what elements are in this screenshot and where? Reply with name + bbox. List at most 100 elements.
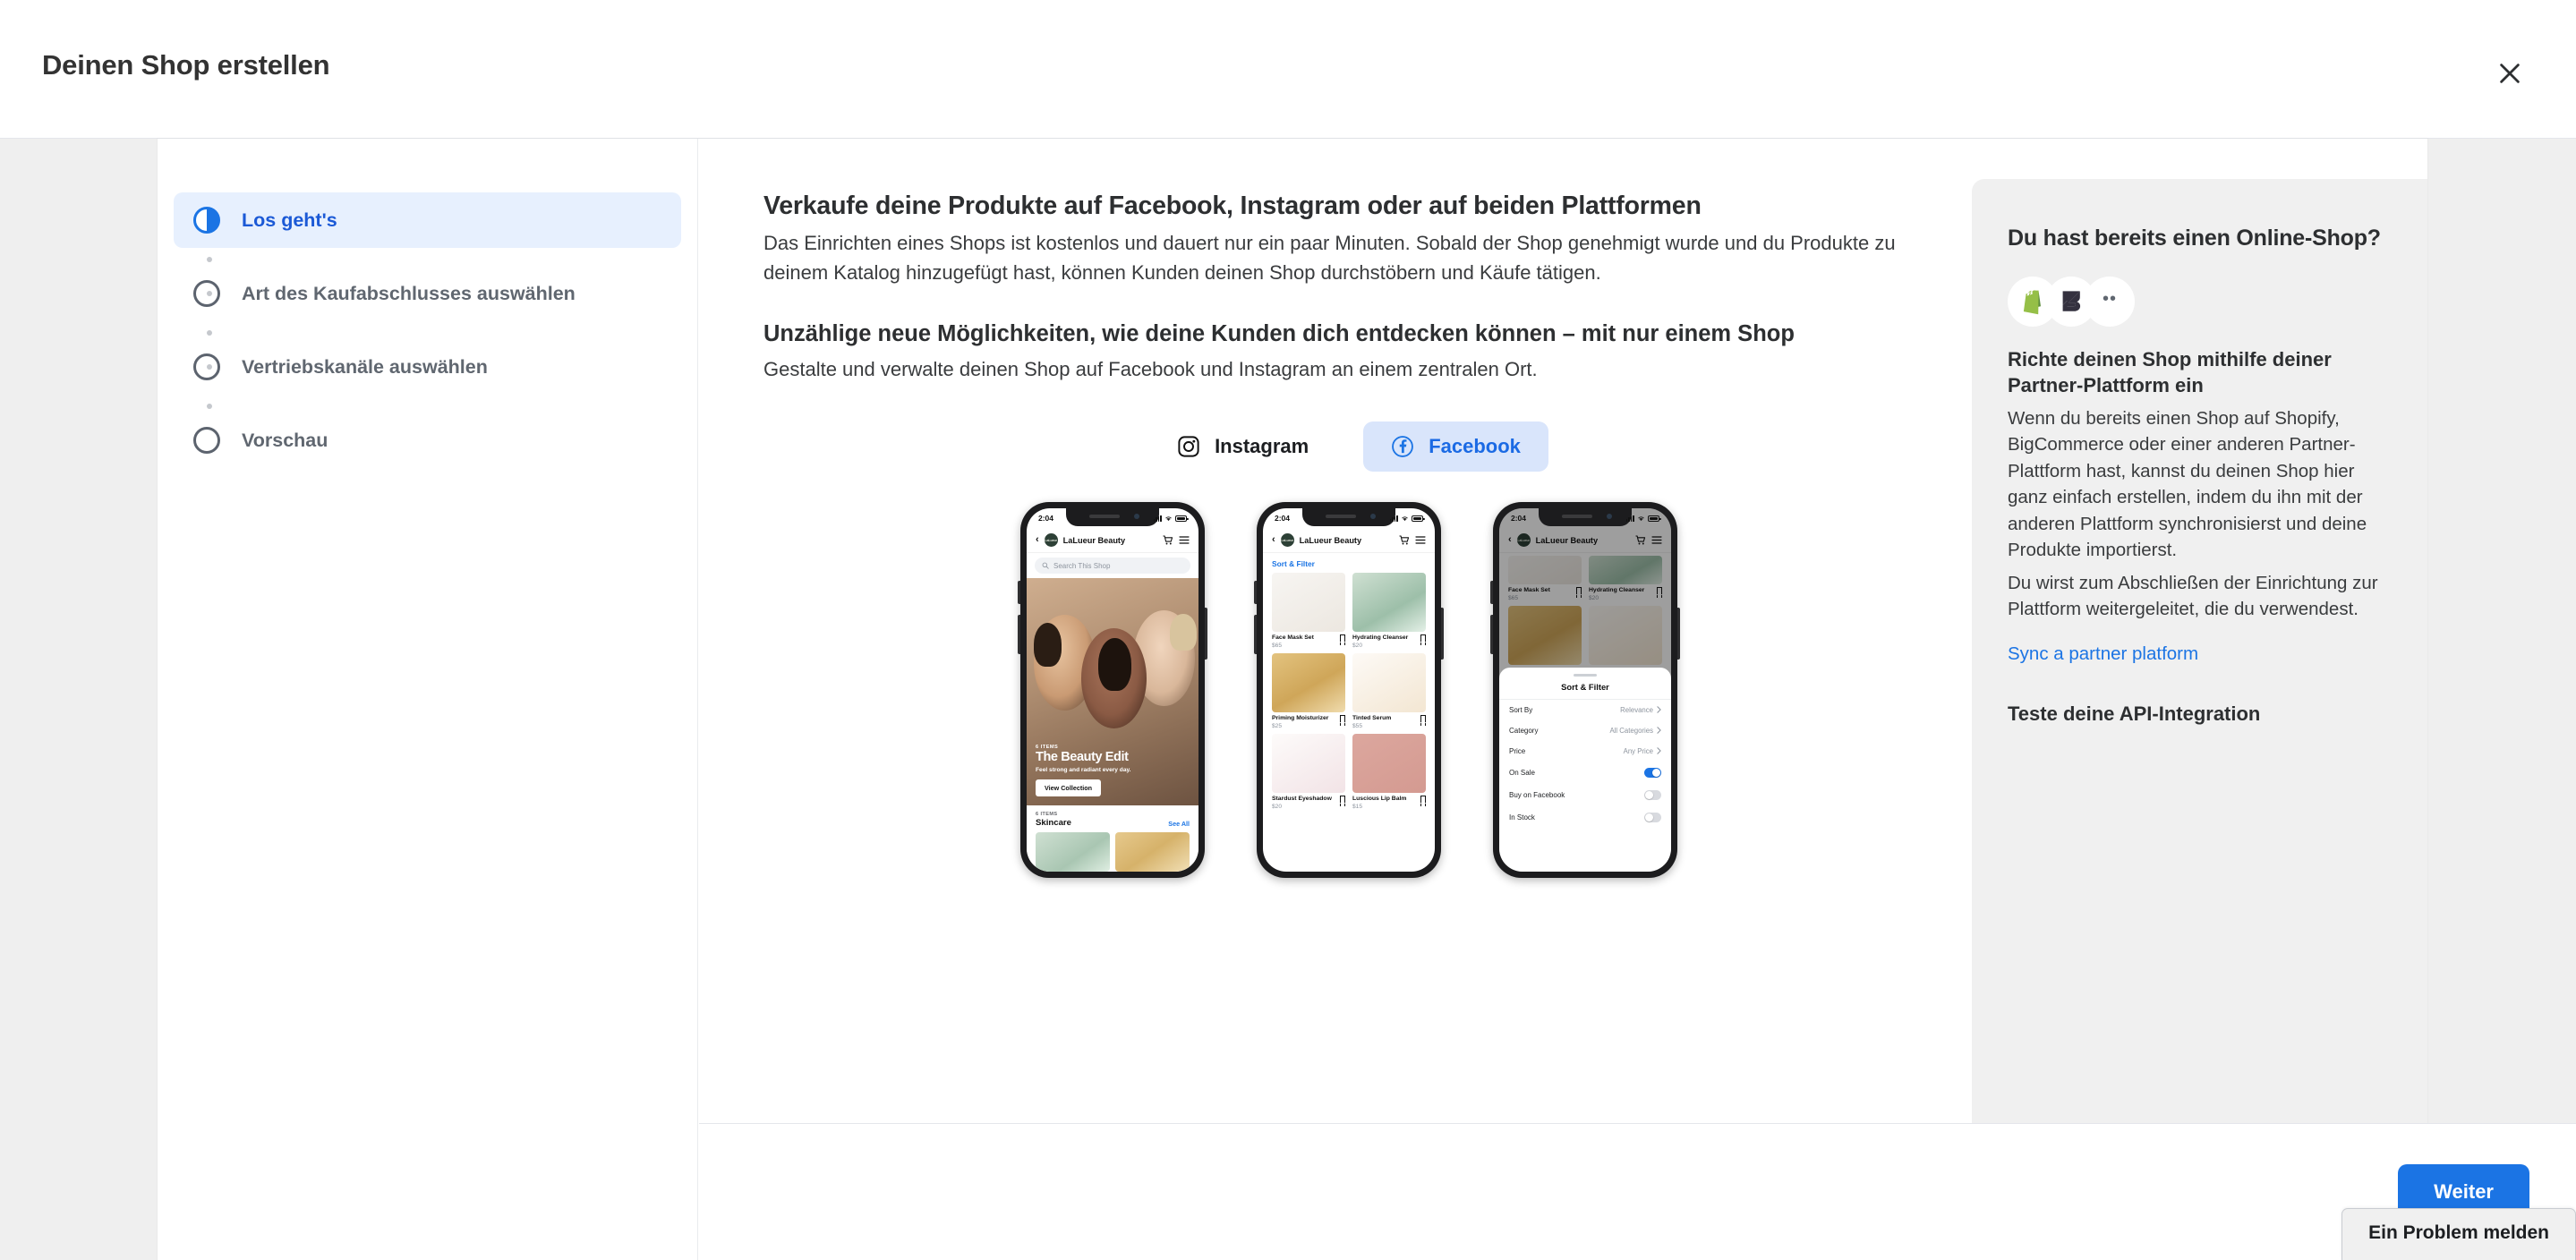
- partner-icon-group: ••: [2008, 277, 2390, 327]
- product-card[interactable]: Stardust Eyeshadow $20: [1272, 734, 1345, 810]
- product-image: [1352, 573, 1426, 633]
- signal-icon: [1389, 515, 1398, 522]
- skincare-section: 6 ITEMS Skincare See All: [1027, 805, 1198, 873]
- phone-preview-grid: 2:04 ‹ LaLueur LaLueur Beauty Sort & Fil…: [1254, 502, 1444, 879]
- bookmark-icon[interactable]: [1340, 634, 1345, 643]
- search-placeholder: Search This Shop: [1053, 561, 1111, 570]
- menu-icon[interactable]: [1179, 535, 1190, 545]
- close-button[interactable]: [2488, 52, 2531, 95]
- phone-appbar: ‹ LaLueur LaLueur Beauty: [1263, 528, 1435, 554]
- instagram-icon: [1178, 436, 1199, 457]
- product-card[interactable]: Face Mask Set $65: [1272, 573, 1345, 649]
- sheet-row-category[interactable]: Category All Categories: [1499, 720, 1671, 741]
- step-circle-icon: [193, 353, 220, 380]
- sheet-drag-handle[interactable]: [1574, 674, 1597, 677]
- shop-search-input[interactable]: Search This Shop: [1035, 558, 1190, 575]
- battery-icon: [1648, 515, 1661, 522]
- step-half-circle-icon: [193, 207, 220, 234]
- wizard-main-content: Verkaufe deine Produkte auf Facebook, In…: [699, 139, 1975, 1123]
- search-icon: [1042, 562, 1049, 570]
- sort-filter-link[interactable]: Sort & Filter: [1263, 553, 1435, 568]
- wifi-icon: [1638, 516, 1644, 521]
- sheet-row-buy-on-facebook[interactable]: Buy on Facebook: [1499, 784, 1671, 806]
- setup-wizard-card: Los geht's Art des Kaufabschlusses auswä…: [158, 139, 2576, 1260]
- sidebar-item-los-gehts[interactable]: Los geht's: [174, 192, 681, 248]
- on-sale-toggle[interactable]: [1644, 767, 1661, 778]
- product-card[interactable]: Luscious Lip Balm $15: [1352, 734, 1426, 810]
- content-paragraph: Das Einrichten eines Shops ist kostenlos…: [763, 232, 1896, 284]
- product-image: [1272, 573, 1345, 633]
- menu-icon[interactable]: [1415, 535, 1426, 545]
- sheet-row-value: Relevance: [1620, 705, 1653, 714]
- product-price: $65: [1272, 643, 1283, 650]
- panel-subheading: Richte deinen Shop mithilfe deiner Partn…: [2008, 348, 2332, 397]
- step-circle-icon: [193, 427, 220, 454]
- chevron-right-icon: [1657, 706, 1661, 714]
- phone-appbar: ‹ LaLueur LaLueur Beauty: [1027, 528, 1198, 554]
- cart-icon[interactable]: [1399, 535, 1410, 545]
- sheet-row-label: Sort By: [1509, 705, 1533, 714]
- phone-statusbar: 2:04: [1499, 508, 1671, 528]
- hero-subtitle: Feel strong and radiant every day.: [1036, 767, 1131, 774]
- phone-statusbar: 2:04: [1263, 508, 1435, 528]
- wifi-icon: [1402, 516, 1408, 521]
- in-stock-toggle[interactable]: [1644, 812, 1661, 822]
- view-collection-button[interactable]: View Collection: [1036, 779, 1101, 797]
- back-icon[interactable]: ‹: [1272, 535, 1275, 545]
- bookmark-icon[interactable]: [1340, 796, 1345, 804]
- product-price: $20: [1352, 643, 1363, 650]
- sidebar-item-vorschau[interactable]: Vorschau: [174, 413, 681, 468]
- report-problem-button[interactable]: Ein Problem melden: [2341, 1208, 2576, 1260]
- product-name: Tinted Serum: [1352, 715, 1392, 722]
- see-all-link[interactable]: See All: [1168, 820, 1190, 828]
- product-card[interactable]: Hydrating Cleanser $20: [1352, 573, 1426, 649]
- bookmark-icon[interactable]: [1340, 715, 1345, 723]
- sheet-row-price[interactable]: Price Any Price: [1499, 741, 1671, 762]
- battery-icon: [1412, 515, 1425, 522]
- sidebar-item-vertriebskanaele[interactable]: Vertriebskanäle auswählen: [174, 339, 681, 395]
- close-icon: [2500, 64, 2520, 83]
- more-platforms-icon: ••: [2085, 277, 2135, 327]
- product-price: $20: [1272, 804, 1283, 811]
- window-header: Deinen Shop erstellen: [0, 0, 2576, 139]
- wifi-icon: [1165, 516, 1172, 521]
- product-thumbnail[interactable]: [1115, 832, 1190, 873]
- sheet-title: Sort & Filter: [1499, 682, 1671, 700]
- content-subparagraph: Gestalte und verwalte deinen Shop auf Fa…: [763, 357, 1538, 380]
- buy-on-facebook-toggle[interactable]: [1644, 789, 1661, 800]
- product-name: Priming Moisturizer: [1272, 715, 1329, 722]
- platform-tab-instagram[interactable]: Instagram: [1149, 421, 1336, 472]
- product-name: Stardust Eyeshadow: [1272, 796, 1332, 803]
- sidebar-item-label: Art des Kaufabschlusses auswählen: [242, 282, 576, 304]
- bookmark-icon[interactable]: [1420, 715, 1426, 723]
- sheet-row-sort-by[interactable]: Sort By Relevance: [1499, 700, 1671, 720]
- phone-preview-home: 2:04 ‹ LaLueur LaLueur Beauty Search Thi…: [1018, 502, 1207, 879]
- phone-preview-sort-filter: 2:04 ‹ LaLueur LaLueur Beauty Face Mask …: [1490, 502, 1680, 879]
- product-price: $25: [1272, 723, 1283, 730]
- sheet-row-in-stock[interactable]: In Stock: [1499, 806, 1671, 829]
- back-icon[interactable]: ‹: [1036, 535, 1039, 545]
- sheet-row-on-sale[interactable]: On Sale: [1499, 762, 1671, 784]
- phone-statusbar: 2:04: [1027, 508, 1198, 528]
- product-card[interactable]: Priming Moisturizer $25: [1272, 653, 1345, 729]
- cart-icon[interactable]: [1163, 535, 1173, 545]
- product-thumbnail[interactable]: [1036, 832, 1110, 873]
- shop-avatar: LaLueur: [1280, 533, 1294, 548]
- sync-partner-platform-link[interactable]: Sync a partner platform: [2008, 643, 2198, 665]
- signal-icon: [1153, 515, 1162, 522]
- bookmark-icon[interactable]: [1420, 634, 1426, 643]
- panel-heading: Du hast bereits einen Online-Shop?: [2008, 226, 2381, 251]
- chevron-right-icon: [1657, 747, 1661, 755]
- sidebar-item-label: Los geht's: [242, 209, 337, 231]
- status-time: 2:04: [1038, 514, 1054, 524]
- bookmark-icon[interactable]: [1420, 796, 1426, 804]
- platform-tab-label: Instagram: [1215, 435, 1309, 458]
- sheet-row-value: All Categories: [1609, 726, 1653, 735]
- section-title: Skincare: [1036, 818, 1072, 829]
- product-price: $15: [1352, 804, 1363, 811]
- platform-tab-facebook[interactable]: Facebook: [1363, 421, 1548, 472]
- panel-heading-api: Teste deine API-Integration: [2008, 702, 2261, 725]
- sidebar-item-kaufabschluss[interactable]: Art des Kaufabschlusses auswählen: [174, 266, 681, 321]
- sidebar-item-label: Vorschau: [242, 429, 328, 451]
- product-card[interactable]: Tinted Serum $55: [1352, 653, 1426, 729]
